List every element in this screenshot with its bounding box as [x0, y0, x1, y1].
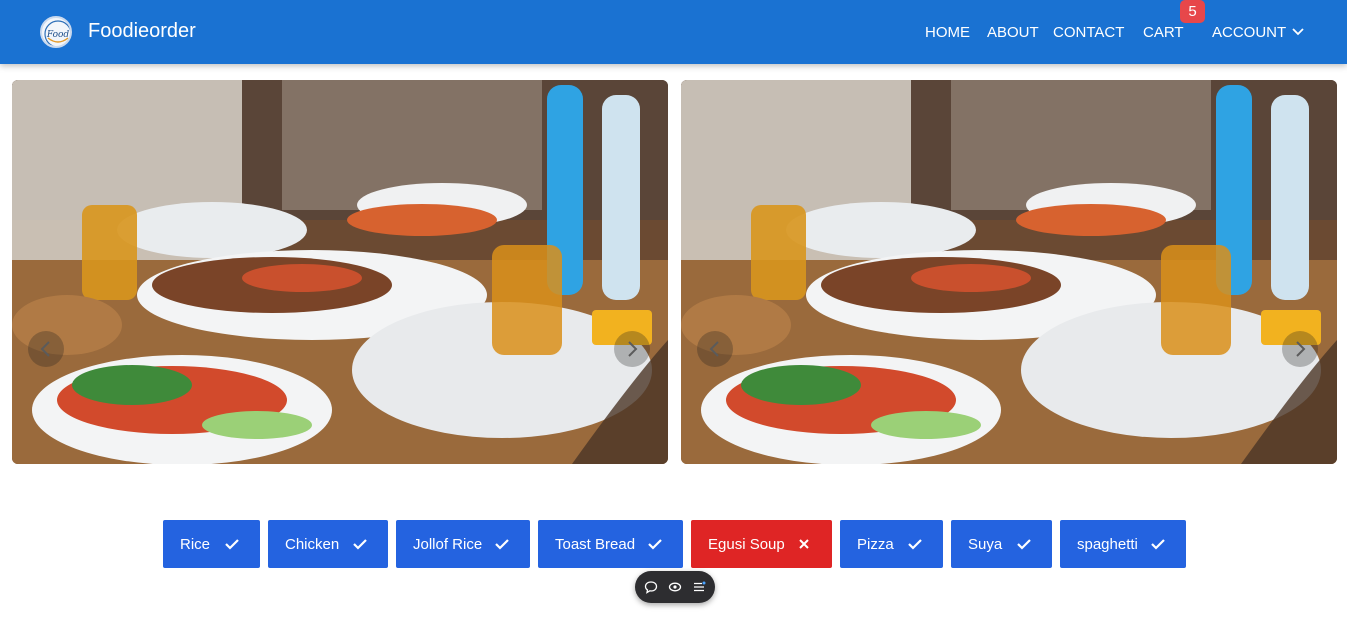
category-chip-chicken[interactable]: Chicken	[268, 520, 388, 568]
chip-label: Suya	[968, 536, 1003, 553]
nav-about-link[interactable]: ABOUT	[987, 24, 1039, 41]
nav-cart-link[interactable]: CART	[1143, 24, 1184, 41]
carousel-prev-button[interactable]	[28, 331, 64, 367]
category-chip-egusi-soup[interactable]: Egusi Soup	[691, 520, 832, 568]
check-icon	[1017, 539, 1031, 550]
brand-logo[interactable]: Food	[40, 16, 72, 48]
category-chip-spaghetti[interactable]: spaghetti	[1060, 520, 1186, 568]
check-icon	[495, 539, 509, 550]
eye-icon[interactable]	[668, 580, 682, 594]
cart-count-badge: 5	[1180, 0, 1205, 23]
category-chip-jollof-rice[interactable]: Jollof Rice	[396, 520, 530, 568]
check-icon	[353, 539, 367, 550]
check-icon	[225, 539, 239, 550]
chip-label: Egusi Soup	[708, 536, 785, 553]
comment-icon[interactable]	[644, 580, 658, 594]
category-chip-suya[interactable]: Suya	[951, 520, 1052, 568]
check-icon	[908, 539, 922, 550]
chip-label: Jollof Rice	[413, 536, 483, 553]
chip-label: spaghetti	[1077, 536, 1138, 553]
chevron-right-icon	[628, 341, 638, 357]
nav-account-menu[interactable]: ACCOUNT	[1212, 24, 1286, 41]
chip-label: Toast Bread	[555, 536, 636, 553]
close-icon	[799, 539, 809, 549]
brand-name[interactable]: Foodieorder	[88, 20, 196, 43]
chevron-down-icon[interactable]	[1292, 27, 1304, 37]
chip-label: Rice	[180, 536, 211, 553]
chevron-right-icon	[1296, 341, 1306, 357]
chevron-left-icon	[40, 341, 50, 357]
nav-contact-link[interactable]: CONTACT	[1053, 24, 1124, 41]
check-icon	[648, 539, 662, 550]
chip-label: Chicken	[285, 536, 340, 553]
food-table-photo	[681, 80, 1337, 464]
chevron-left-icon	[709, 341, 719, 357]
svg-text:Food: Food	[46, 30, 70, 40]
chip-label: Pizza	[857, 536, 894, 553]
category-chip-pizza[interactable]: Pizza	[840, 520, 943, 568]
hero-carousel-right	[681, 80, 1337, 464]
hero-carousel-left	[12, 80, 668, 464]
top-navbar: Food Foodieorder HOME ABOUT CONTACT CART…	[0, 0, 1347, 64]
category-chip-rice[interactable]: Rice	[163, 520, 260, 568]
carousel-next-button[interactable]	[614, 331, 650, 367]
carousel-prev-button[interactable]	[697, 331, 733, 367]
category-chip-toast-bread[interactable]: Toast Bread	[538, 520, 683, 568]
check-icon	[1151, 539, 1165, 550]
carousel-next-button[interactable]	[1282, 331, 1318, 367]
floating-toolbar	[635, 571, 715, 603]
nav-home-link[interactable]: HOME	[925, 24, 970, 41]
food-table-photo	[12, 80, 668, 464]
list-icon[interactable]	[692, 580, 706, 594]
